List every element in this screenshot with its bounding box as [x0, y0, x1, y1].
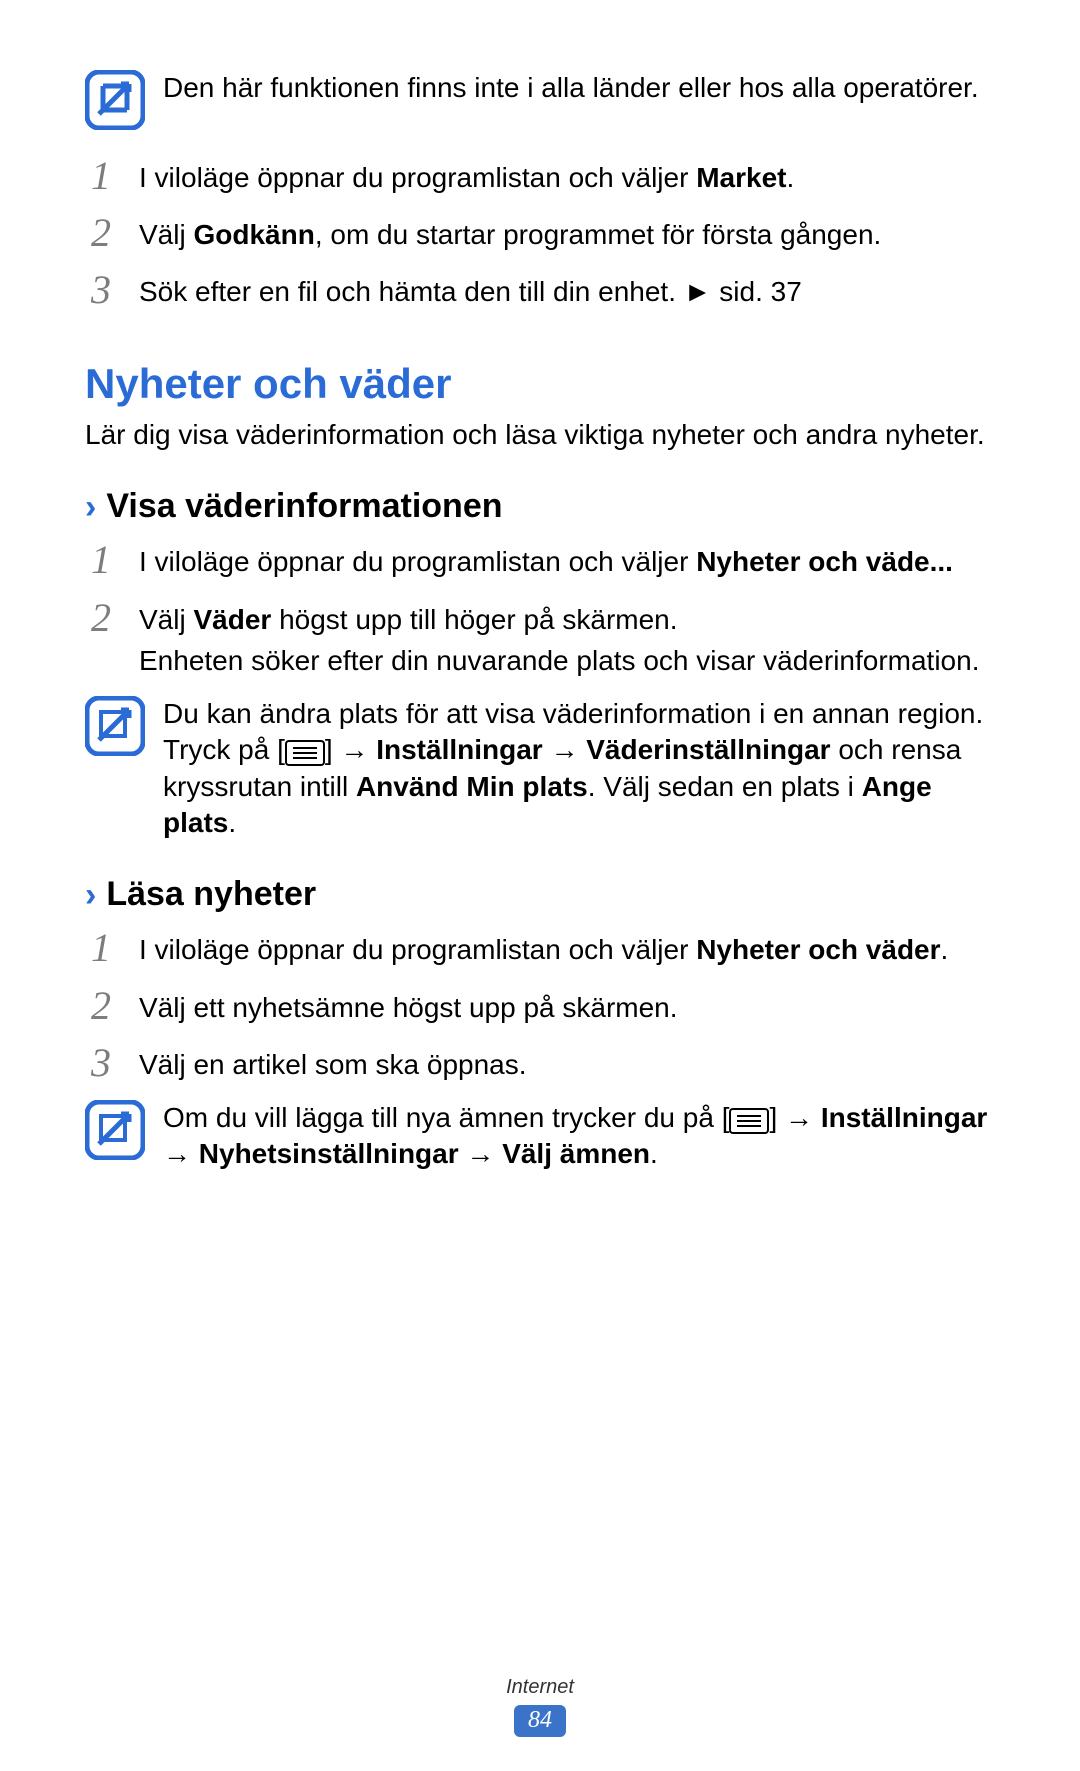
info-note-text: Du kan ändra plats för att visa väderinf… — [163, 696, 995, 842]
chevron-icon: › — [85, 878, 96, 912]
step-text: I viloläge öppnar du programlistan och v… — [139, 540, 953, 581]
info-note: Den här funktionen finns inte i alla län… — [85, 70, 995, 130]
list-item: 3 Sök efter en fil och hämta den till di… — [85, 270, 995, 311]
list-item: 1 I viloläge öppnar du programlistan och… — [85, 928, 995, 969]
step-number: 1 — [85, 540, 117, 580]
section-intro: Lär dig visa väderinformation och läsa v… — [85, 416, 995, 454]
numbered-list: 1 I viloläge öppnar du programlistan och… — [85, 156, 995, 312]
step-number: 3 — [85, 270, 117, 310]
step-text: Välj Väder högst upp till höger på skärm… — [139, 598, 979, 680]
chevron-icon: › — [85, 490, 96, 524]
list-item: 2 Välj Godkänn, om du startar programmet… — [85, 213, 995, 254]
subsection-title: Visa väderinformationen — [106, 487, 502, 526]
step-number: 1 — [85, 928, 117, 968]
info-icon — [85, 696, 145, 756]
step-number: 2 — [85, 986, 117, 1026]
step-text: Välj ett nyhetsämne högst upp på skärmen… — [139, 986, 678, 1027]
list-item: 1 I viloläge öppnar du programlistan och… — [85, 540, 995, 581]
step-text: I viloläge öppnar du programlistan och v… — [139, 928, 948, 969]
list-item: 2 Välj ett nyhetsämne högst upp på skärm… — [85, 986, 995, 1027]
subsection-heading: › Visa väderinformationen — [85, 487, 995, 526]
info-note: Om du vill lägga till nya ämnen trycker … — [85, 1100, 995, 1173]
info-icon — [85, 1100, 145, 1160]
footer-section-label: Internet — [0, 1676, 1080, 1699]
step-text: Sök efter en fil och hämta den till din … — [139, 270, 802, 311]
section-heading: Nyheter och väder — [85, 360, 995, 408]
list-item: 2 Välj Väder högst upp till höger på skä… — [85, 598, 995, 680]
list-item: 1 I viloläge öppnar du programlistan och… — [85, 156, 995, 197]
page-number: 84 — [514, 1705, 566, 1737]
subsection-title: Läsa nyheter — [106, 875, 316, 914]
page-footer: Internet 84 — [0, 1676, 1080, 1737]
step-number: 2 — [85, 213, 117, 253]
document-page: Den här funktionen finns inte i alla län… — [0, 0, 1080, 1239]
step-text: Välj Godkänn, om du startar programmet f… — [139, 213, 881, 254]
numbered-list: 1 I viloläge öppnar du programlistan och… — [85, 928, 995, 1084]
step-number: 3 — [85, 1043, 117, 1083]
info-note-text: Om du vill lägga till nya ämnen trycker … — [163, 1100, 995, 1173]
info-note: Du kan ändra plats för att visa väderinf… — [85, 696, 995, 842]
info-icon — [85, 70, 145, 130]
step-text: I viloläge öppnar du programlistan och v… — [139, 156, 794, 197]
menu-icon — [285, 739, 325, 765]
step-number: 2 — [85, 598, 117, 638]
step-number: 1 — [85, 156, 117, 196]
numbered-list: 1 I viloläge öppnar du programlistan och… — [85, 540, 995, 680]
list-item: 3 Välj en artikel som ska öppnas. — [85, 1043, 995, 1084]
subsection-heading: › Läsa nyheter — [85, 875, 995, 914]
step-text: Välj en artikel som ska öppnas. — [139, 1043, 527, 1084]
info-note-text: Den här funktionen finns inte i alla län… — [163, 70, 979, 106]
menu-icon — [729, 1107, 769, 1133]
